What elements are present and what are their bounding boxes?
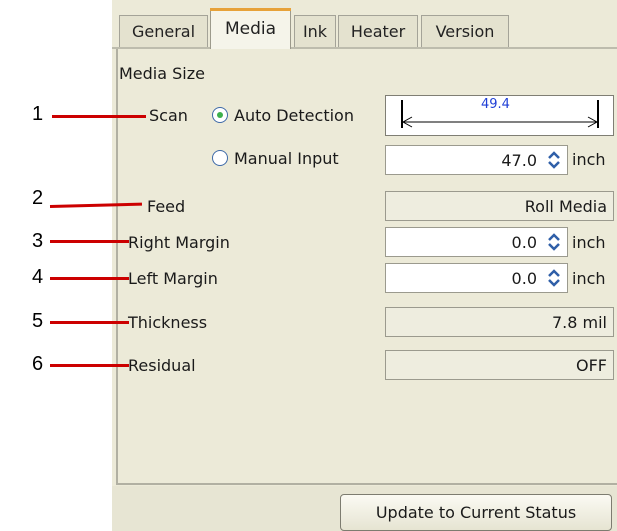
- tab-media[interactable]: Media: [210, 8, 291, 49]
- thickness-value: 7.8 mil: [551, 312, 607, 332]
- callout-line-5: [50, 321, 129, 324]
- manual-input-label[interactable]: Manual Input: [234, 149, 339, 168]
- tab-media-label: Media: [224, 19, 277, 39]
- residual-value: OFF: [576, 355, 607, 375]
- callout-number-5: 5: [32, 310, 44, 332]
- feed-label: Feed: [147, 197, 186, 216]
- right-margin-field[interactable]: 0.0: [385, 227, 568, 257]
- auto-detection-label[interactable]: Auto Detection: [234, 106, 354, 125]
- spin-up-down-icon[interactable]: [545, 268, 563, 288]
- manual-input-unit: inch: [572, 150, 606, 169]
- callout-line-4: [50, 277, 129, 280]
- radio-selected-dot-icon: [216, 111, 223, 118]
- section-title: Media Size: [119, 64, 205, 83]
- residual-label: Residual: [128, 356, 196, 375]
- tab-ink[interactable]: Ink: [294, 15, 336, 47]
- residual-value-display: OFF: [385, 350, 614, 380]
- thickness-label: Thickness: [128, 313, 208, 332]
- tab-general[interactable]: General: [119, 15, 208, 47]
- right-margin-unit: inch: [572, 233, 606, 252]
- callout-number-3: 3: [32, 230, 44, 252]
- spin-up-down-icon[interactable]: [545, 150, 563, 170]
- left-margin-unit: inch: [572, 269, 606, 288]
- feed-value-display: Roll Media: [385, 191, 614, 221]
- manual-input-radio[interactable]: [212, 150, 228, 166]
- callout-number-2: 2: [32, 187, 44, 209]
- thickness-value-display: 7.8 mil: [385, 307, 614, 337]
- detected-width-display: 49.4: [385, 95, 614, 136]
- spin-up-down-icon[interactable]: [545, 232, 563, 252]
- tab-ink-label: Ink: [302, 22, 328, 41]
- left-margin-label: Left Margin: [128, 269, 218, 288]
- tab-heater[interactable]: Heater: [338, 15, 418, 47]
- callout-line-3: [50, 240, 129, 243]
- detected-width-value: 49.4: [481, 97, 510, 112]
- callout-line-1: [52, 115, 146, 118]
- right-margin-value: 0.0: [511, 232, 537, 252]
- tab-general-label: General: [131, 22, 196, 41]
- update-to-current-status-button[interactable]: Update to Current Status: [340, 494, 612, 531]
- callout-line-6: [50, 364, 129, 367]
- manual-input-field[interactable]: 47.0: [385, 145, 568, 175]
- tab-version-label: Version: [435, 22, 495, 41]
- feed-value: Roll Media: [524, 196, 607, 216]
- tab-version[interactable]: Version: [421, 15, 509, 47]
- left-margin-value: 0.0: [511, 268, 537, 288]
- manual-input-value: 47.0: [501, 150, 537, 170]
- tab-heater-label: Heater: [350, 22, 406, 41]
- right-margin-label: Right Margin: [128, 233, 230, 252]
- callout-number-1: 1: [32, 103, 44, 125]
- callout-number-4: 4: [32, 266, 44, 288]
- left-margin-field[interactable]: 0.0: [385, 263, 568, 293]
- scan-label: Scan: [149, 106, 188, 125]
- auto-detection-radio[interactable]: [212, 107, 228, 123]
- callout-number-6: 6: [32, 353, 44, 375]
